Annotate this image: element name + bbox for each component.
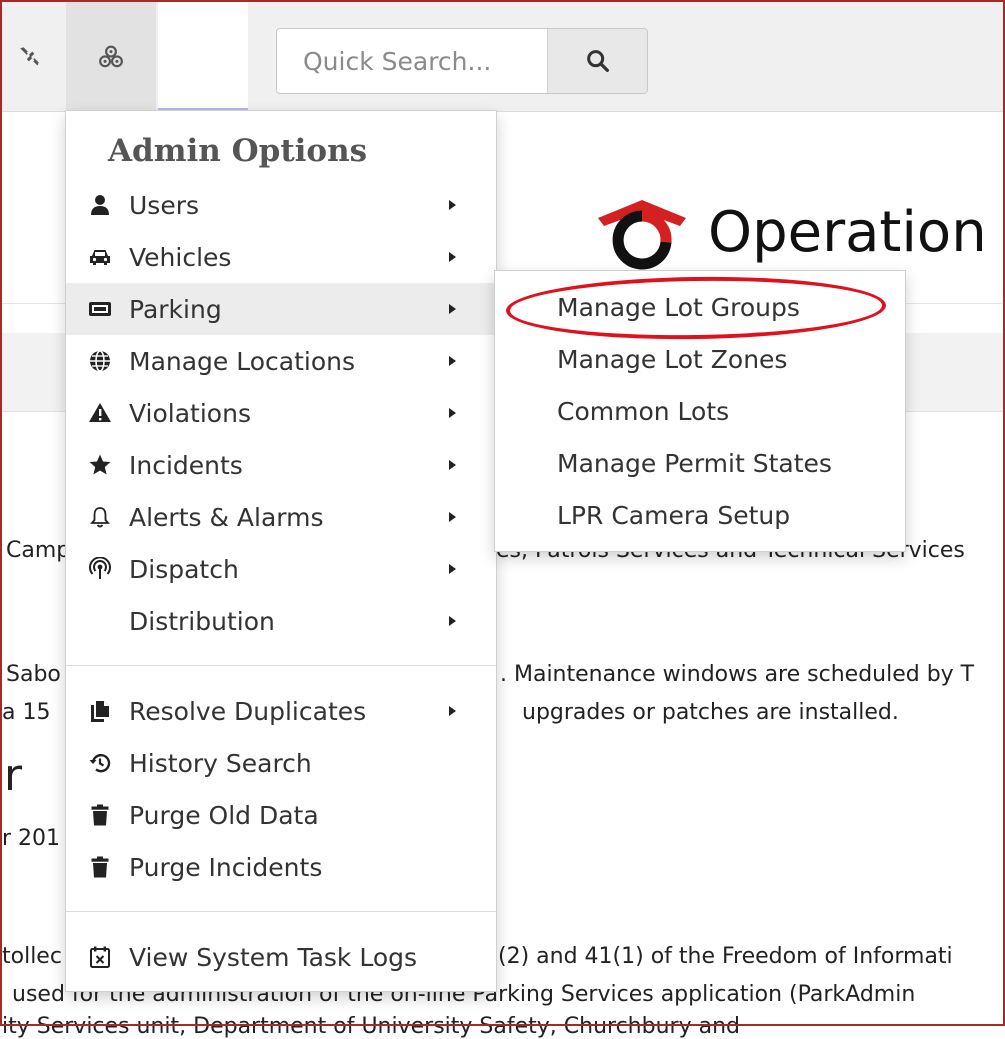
chevron-right-icon <box>446 250 460 264</box>
section-heading: r <box>4 750 23 801</box>
menu-item-label: Parking <box>129 294 222 324</box>
paragraph-text: . Maintenance windows are scheduled by T <box>500 662 975 687</box>
paragraph-text: a 15 <box>2 700 51 725</box>
submenu-item-lpr-camera-setup[interactable]: LPR Camera Setup <box>495 489 905 541</box>
menu-item-dispatch[interactable]: Dispatch <box>66 543 496 595</box>
paragraph-text: Sabo <box>6 662 61 687</box>
chevron-right-icon <box>446 614 460 628</box>
nav-tab[interactable] <box>158 2 248 111</box>
menu-header: Admin Options <box>108 133 368 169</box>
menu-item-violations[interactable]: Violations <box>66 387 496 439</box>
nav-admin-icon[interactable] <box>66 2 156 111</box>
menu-item-purge-incidents[interactable]: Purge Incidents <box>66 841 496 893</box>
menu-item-manage-locations[interactable]: Manage Locations <box>66 335 496 387</box>
menu-item-label: Users <box>129 190 200 220</box>
page-title: Operation <box>708 200 987 265</box>
menu-item-incidents[interactable]: Incidents <box>66 439 496 491</box>
submenu-item-label: Manage Permit States <box>557 448 832 478</box>
tools-icon <box>20 46 39 66</box>
chevron-right-icon <box>446 704 460 718</box>
parking-submenu: Manage Lot Groups Manage Lot Zones Commo… <box>494 270 906 552</box>
star-icon <box>86 451 114 479</box>
warning-icon <box>86 399 114 427</box>
chevron-right-icon <box>446 302 460 316</box>
menu-item-label: Purge Incidents <box>129 852 323 882</box>
menu-item-parking[interactable]: Parking <box>66 283 496 335</box>
menu-item-label: Vehicles <box>129 242 232 272</box>
admin-options-menu: Admin Options Users Vehicles Parking Man… <box>65 110 497 992</box>
task-log-icon <box>86 943 114 971</box>
menu-item-label: Distribution <box>129 606 275 636</box>
bell-icon <box>86 503 114 531</box>
chevron-right-icon <box>446 510 460 524</box>
user-icon <box>86 191 114 219</box>
paragraph-text: ity Services unit, Department of Univers… <box>2 1014 740 1039</box>
menu-divider <box>66 911 496 912</box>
paragraph-text: tollec <box>2 944 62 969</box>
trash-icon <box>86 853 114 881</box>
menu-item-vehicles[interactable]: Vehicles <box>66 231 496 283</box>
menu-item-distribution[interactable]: Distribution <box>66 595 496 647</box>
car-icon <box>86 243 114 271</box>
trash-icon <box>86 801 114 829</box>
menu-divider <box>66 665 496 666</box>
menu-item-label: Purge Old Data <box>129 800 319 830</box>
chevron-right-icon <box>446 458 460 472</box>
search-input[interactable] <box>277 29 547 93</box>
submenu-item-label: LPR Camera Setup <box>557 500 791 530</box>
chevron-right-icon <box>446 198 460 212</box>
menu-item-resolve-duplicates[interactable]: Resolve Duplicates <box>66 685 496 737</box>
search-icon <box>587 50 609 72</box>
paragraph-text: r 201 <box>2 826 61 851</box>
globe-icon <box>86 347 114 375</box>
paragraph-text: (2) and 41(1) of the Freedom of Informat… <box>498 944 953 969</box>
chevron-right-icon <box>446 354 460 368</box>
submenu-item-label: Manage Lot Zones <box>557 344 788 374</box>
submenu-item-label: Manage Lot Groups <box>557 292 800 322</box>
cogs-icon <box>99 45 123 67</box>
top-navbar <box>2 2 1003 112</box>
menu-item-users[interactable]: Users <box>66 179 496 231</box>
quick-search <box>276 28 648 94</box>
logo-icon <box>598 200 686 270</box>
menu-item-label: Dispatch <box>129 554 239 584</box>
chevron-right-icon <box>446 562 460 576</box>
menu-item-history-search[interactable]: History Search <box>66 737 496 789</box>
submenu-item-common-lots[interactable]: Common Lots <box>495 385 905 437</box>
chevron-right-icon <box>446 406 460 420</box>
history-icon <box>86 749 114 777</box>
menu-item-label: Resolve Duplicates <box>129 696 367 726</box>
parking-sign-icon <box>86 295 114 323</box>
broadcast-icon <box>86 555 114 583</box>
menu-item-view-system-task-logs[interactable]: View System Task Logs <box>66 931 496 983</box>
submenu-item-manage-lot-zones[interactable]: Manage Lot Zones <box>495 333 905 385</box>
copy-icon <box>86 697 114 725</box>
submenu-item-manage-lot-groups[interactable]: Manage Lot Groups <box>495 281 905 333</box>
menu-item-label: Manage Locations <box>129 346 356 376</box>
submenu-item-manage-permit-states[interactable]: Manage Permit States <box>495 437 905 489</box>
menu-item-label: Incidents <box>129 450 243 480</box>
search-button[interactable] <box>547 29 647 93</box>
submenu-item-label: Common Lots <box>557 396 730 426</box>
menu-item-alerts-alarms[interactable]: Alerts & Alarms <box>66 491 496 543</box>
menu-item-purge-old-data[interactable]: Purge Old Data <box>66 789 496 841</box>
menu-item-label: History Search <box>129 748 312 778</box>
paragraph-text: upgrades or patches are installed. <box>522 700 899 725</box>
menu-item-label: Alerts & Alarms <box>129 502 324 532</box>
menu-item-label: View System Task Logs <box>129 942 418 972</box>
nav-tools-icon[interactable] <box>2 2 58 111</box>
paragraph-text: Camp <box>6 538 71 563</box>
menu-item-label: Violations <box>129 398 251 428</box>
